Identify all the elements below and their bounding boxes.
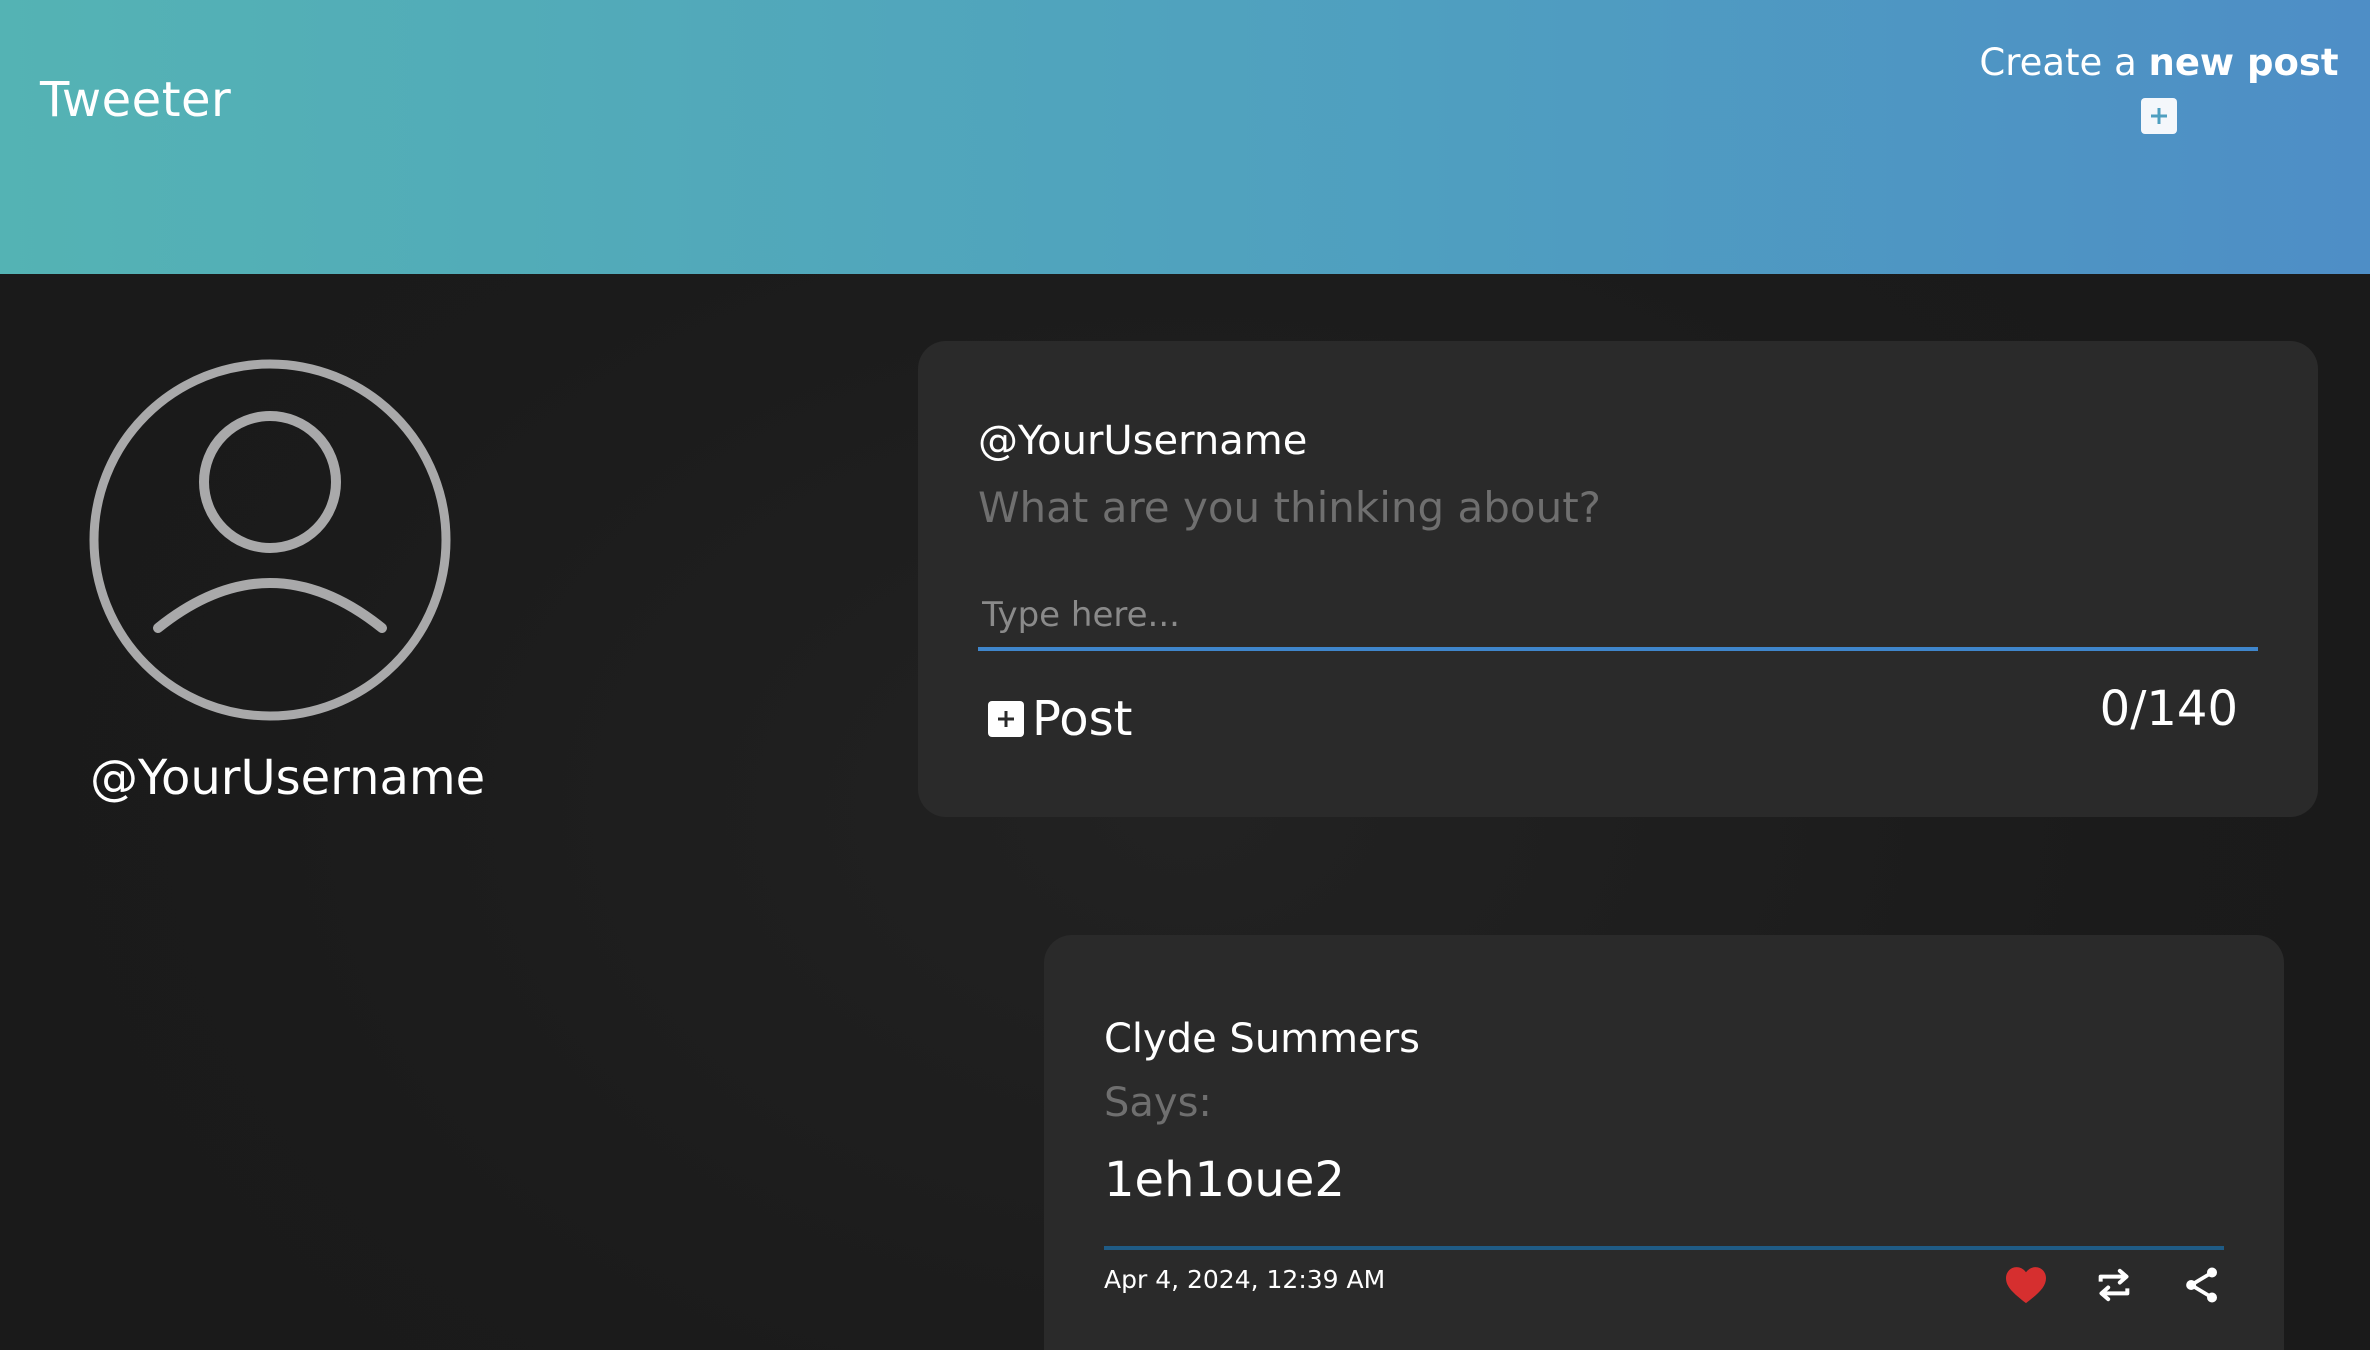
character-counter: 0/140 [2099, 681, 2238, 737]
plus-square-icon [988, 701, 1024, 737]
tweet-author: Clyde Summers [1104, 1016, 1420, 1062]
compose-input[interactable] [978, 583, 2258, 651]
compose-prompt: What are you thinking about? [978, 483, 1601, 532]
tweet-card: Clyde Summers Says: 1eh1oue2 Apr 4, 2024… [1044, 935, 2284, 1350]
tweet-content: 1eh1oue2 [1104, 1152, 1345, 1208]
create-post-bold: new post [2148, 41, 2339, 84]
compose-card: @YourUsername What are you thinking abou… [918, 341, 2318, 817]
tweet-divider [1104, 1246, 2224, 1250]
post-button-label: Post [1032, 691, 1133, 747]
create-new-post-button[interactable]: Create a new post [1979, 38, 2339, 134]
heart-icon[interactable] [2002, 1261, 2050, 1309]
create-post-prefix: Create a [1979, 41, 2149, 84]
share-icon[interactable] [2178, 1261, 2226, 1309]
page: Tweeter Create a new post @YourUsername … [0, 0, 2370, 1350]
compose-username: @YourUsername [978, 418, 1308, 464]
create-new-post-label: Create a new post [1979, 38, 2338, 88]
app-title: Tweeter [40, 72, 232, 128]
plus-square-icon[interactable] [2141, 98, 2177, 134]
tweet-actions [2002, 1261, 2222, 1313]
post-button[interactable]: Post [988, 689, 1132, 749]
tweet-says-label: Says: [1104, 1080, 1212, 1126]
user-circle-icon [88, 358, 452, 722]
retweet-icon[interactable] [2090, 1261, 2138, 1309]
profile-username: @YourUsername [90, 750, 486, 806]
tweet-timestamp: Apr 4, 2024, 12:39 AM [1104, 1265, 1386, 1294]
header-bar: Tweeter Create a new post [0, 0, 2370, 274]
